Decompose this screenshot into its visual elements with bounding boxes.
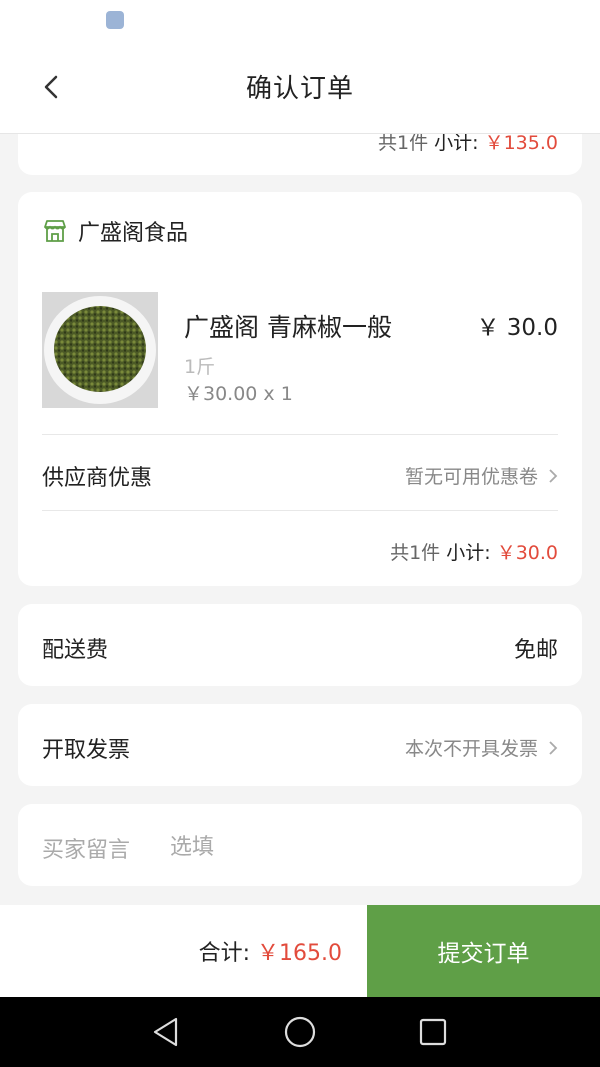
submit-order-button[interactable]: 提交订单 bbox=[367, 905, 600, 997]
chevron-right-icon bbox=[549, 468, 558, 483]
invoice-selector[interactable]: 本次不开具发票 bbox=[405, 734, 558, 761]
chevron-right-icon bbox=[549, 740, 558, 755]
status-bar bbox=[0, 0, 600, 40]
product-image[interactable] bbox=[42, 292, 158, 408]
supplier-discount-selector[interactable]: 暂无可用优惠卷 bbox=[405, 462, 558, 489]
invoice-card[interactable]: 开取发票 本次不开具发票 bbox=[18, 704, 582, 786]
product-name: 广盛阁 青麻椒一般 bbox=[184, 313, 392, 342]
order-total: 合计: ￥165.0 bbox=[199, 935, 342, 967]
app-notification-icon bbox=[106, 11, 124, 29]
previous-count: 共1件 bbox=[378, 132, 429, 154]
system-navigation-bar bbox=[0, 997, 600, 1067]
supplier-discount-value: 暂无可用优惠卷 bbox=[404, 466, 538, 488]
store-icon bbox=[44, 220, 66, 242]
invoice-value: 本次不开具发票 bbox=[404, 738, 538, 760]
checkout-bar: 合计: ￥165.0 提交订单 bbox=[0, 905, 600, 997]
store-name: 广盛阁食品 bbox=[78, 221, 189, 246]
buyer-message-card: 买家留言 bbox=[18, 804, 582, 886]
delivery-fee-card: 配送费 免邮 bbox=[18, 604, 582, 686]
product-price: ￥ 30.0 bbox=[476, 315, 558, 341]
page-title: 确认订单 bbox=[245, 74, 354, 104]
recents-square-icon[interactable] bbox=[416, 1015, 450, 1049]
previous-subtotal-value: ￥135.0 bbox=[484, 132, 558, 154]
product-unit-price-quantity: ￥30.00 x 1 bbox=[184, 383, 293, 405]
store-subtotal: 共1件 小计: ￥30.0 bbox=[390, 538, 558, 565]
invoice-label: 开取发票 bbox=[42, 738, 131, 763]
divider bbox=[42, 434, 558, 435]
product-spec: 1斤 bbox=[184, 356, 216, 378]
back-triangle-icon[interactable] bbox=[150, 1015, 184, 1049]
navigation-bar: 确认订单 bbox=[0, 40, 600, 134]
divider bbox=[42, 510, 558, 511]
total-amount: ￥165.0 bbox=[257, 941, 342, 966]
store-subtotal-value: ￥30.0 bbox=[496, 542, 558, 564]
supplier-discount-label: 供应商优惠 bbox=[42, 466, 153, 491]
buyer-message-label: 买家留言 bbox=[42, 838, 131, 863]
home-circle-icon[interactable] bbox=[283, 1015, 317, 1049]
total-label: 合计: bbox=[198, 941, 251, 966]
previous-subtotal-label: 小计: bbox=[434, 132, 479, 154]
store-item-count: 共1件 bbox=[390, 542, 441, 564]
delivery-fee-value: 免邮 bbox=[513, 638, 558, 663]
product-photo-peppercorns bbox=[42, 292, 158, 408]
store-header: 广盛阁食品 bbox=[42, 216, 188, 246]
delivery-fee-label: 配送费 bbox=[42, 638, 109, 663]
store-subtotal-label: 小计: bbox=[446, 542, 491, 564]
buyer-message-input[interactable] bbox=[168, 824, 562, 870]
store-order-card: 广盛阁食品 广盛阁 青麻椒一般 ￥ 30.0 1斤 ￥30.00 x 1 供应商… bbox=[18, 192, 582, 586]
